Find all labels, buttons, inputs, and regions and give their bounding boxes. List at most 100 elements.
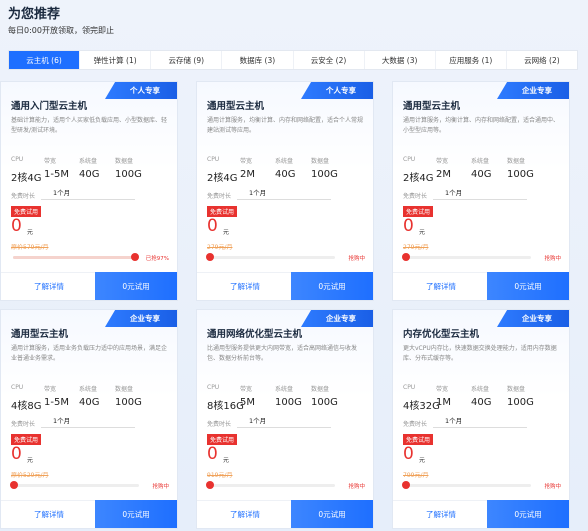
product-title: 通用型云主机	[403, 101, 461, 112]
category-tabs: 云主机 (6) 弹性计算 (1) 云存储 (9) 数据库 (3) 云安全 (2)…	[8, 50, 578, 70]
plan-badge: 企业专享	[301, 310, 373, 327]
data-disk-label: 数据盘	[507, 158, 526, 165]
tab-cloud-host[interactable]: 云主机 (6)	[9, 51, 81, 69]
price-value: 0	[11, 216, 22, 236]
price-unit: 元	[223, 457, 230, 464]
cpu-value: 4核8G	[11, 401, 42, 412]
data-disk-value: 100G	[507, 169, 534, 180]
bandwidth-label: 带宽	[44, 158, 57, 165]
price-unit: 元	[27, 457, 34, 464]
cpu-label: CPU	[403, 384, 416, 391]
bandwidth-label: 带宽	[44, 386, 57, 393]
progress-status: 抢购中	[348, 256, 365, 262]
progress-fill	[13, 256, 136, 259]
free-trial-button[interactable]: 0元试用	[487, 272, 569, 300]
learn-more-button[interactable]: 了解详情	[393, 272, 489, 300]
plan-badge: 企业专享	[497, 310, 569, 327]
plan-badge: 个人专享	[301, 82, 373, 99]
duration-label: 免费时长	[403, 421, 428, 428]
data-disk-value: 100G	[115, 397, 142, 408]
progress-status: 抢购中	[152, 484, 169, 490]
product-title: 通用网络优化型云主机	[207, 329, 303, 340]
progress-status: 已抢97%	[145, 256, 169, 262]
duration-select[interactable]: 1个月	[433, 188, 527, 200]
product-title: 内存优化型云主机	[403, 329, 480, 340]
system-disk-value: 40G	[79, 397, 100, 408]
original-price: 799元/月	[403, 472, 429, 479]
cpu-value: 2核4G	[11, 173, 42, 184]
free-trial-button[interactable]: 0元试用	[487, 500, 569, 528]
system-disk-label: 系统盘	[275, 158, 294, 165]
data-disk-value: 100G	[115, 169, 142, 180]
data-disk-value: 100G	[311, 397, 338, 408]
product-card: 企业专享 通用型云主机 通用计算服务，均衡计算、内存和网络配置，适合通用中、小型…	[392, 81, 570, 301]
product-description: 更大vCPU内存比，快速数据交换处理能力，适用内存数据库、分布式缓存等。	[403, 345, 557, 362]
product-description: 通用计算服务，均衡计算、内存和网络配置，适合通用中、小型型应用等。	[403, 117, 560, 134]
data-disk-label: 数据盘	[311, 158, 330, 165]
duration-select[interactable]: 1个月	[237, 416, 331, 428]
free-trial-button[interactable]: 0元试用	[291, 272, 373, 300]
duration-label: 免费时长	[11, 421, 36, 428]
learn-more-button[interactable]: 了解详情	[197, 272, 293, 300]
duration-label: 免费时长	[207, 421, 232, 428]
tab-app-service[interactable]: 应用服务 (1)	[436, 51, 507, 69]
original-price: 919元/月	[207, 472, 233, 479]
learn-more-button[interactable]: 了解详情	[393, 500, 489, 528]
duration-select[interactable]: 1个月	[237, 188, 331, 200]
stock-progress-bar	[206, 253, 335, 261]
duration-select[interactable]: 1个月	[41, 416, 135, 428]
learn-more-button[interactable]: 了解详情	[1, 500, 97, 528]
original-price: 279元/月	[403, 244, 429, 251]
free-trial-button[interactable]: 0元试用	[291, 500, 373, 528]
price-value: 0	[403, 444, 414, 464]
learn-more-button[interactable]: 了解详情	[1, 272, 97, 300]
data-disk-label: 数据盘	[311, 386, 330, 393]
cpu-value: 8核16G	[207, 401, 244, 412]
original-price: 原价529元/月	[11, 472, 49, 479]
progress-knob	[10, 481, 18, 489]
product-card: 个人专享 通用入门型云主机 基础计算能力，适用个人买家低负载应用、小型数据库、轻…	[0, 81, 178, 301]
tab-cloud-storage[interactable]: 云存储 (9)	[151, 51, 223, 69]
cpu-value: 2核4G	[403, 173, 434, 184]
system-disk-value: 40G	[79, 169, 100, 180]
product-title: 通用入门型云主机	[11, 101, 88, 112]
page-title: 为您推荐	[8, 7, 61, 22]
system-disk-label: 系统盘	[471, 386, 490, 393]
bandwidth-label: 带宽	[240, 386, 253, 393]
progress-status: 抢购中	[348, 484, 365, 490]
tab-cloud-network[interactable]: 云网络 (2)	[507, 51, 577, 69]
stock-progress-bar	[402, 481, 531, 489]
product-card: 企业专享 通用型云主机 通用计算服务，适用业务负载压力适中的应用场景，满足企业普…	[0, 309, 178, 529]
price-unit: 元	[223, 229, 230, 236]
tab-big-data[interactable]: 大数据 (3)	[365, 51, 436, 69]
price-value: 0	[11, 444, 22, 464]
cpu-label: CPU	[207, 156, 220, 163]
progress-knob	[402, 481, 410, 489]
bandwidth-value: 1-5M	[44, 397, 69, 408]
product-card: 企业专享 内存优化型云主机 更大vCPU内存比，快速数据交换处理能力，适用内存数…	[392, 309, 570, 529]
product-title: 通用型云主机	[207, 101, 265, 112]
duration-select[interactable]: 1个月	[433, 416, 527, 428]
tab-elastic-compute[interactable]: 弹性计算 (1)	[80, 51, 152, 69]
free-trial-button[interactable]: 0元试用	[95, 272, 177, 300]
cpu-label: CPU	[207, 384, 220, 391]
progress-status: 抢购中	[544, 256, 561, 262]
free-trial-button[interactable]: 0元试用	[95, 500, 177, 528]
plan-badge: 企业专享	[105, 310, 177, 327]
progress-knob	[206, 481, 214, 489]
system-disk-value: 40G	[471, 397, 492, 408]
stock-progress-bar	[10, 481, 139, 489]
bandwidth-label: 带宽	[436, 158, 449, 165]
product-description: 通用计算服务，适用业务负载压力适中的应用场景，满足企业普通业务需求。	[11, 345, 168, 362]
learn-more-button[interactable]: 了解详情	[197, 500, 293, 528]
tab-database[interactable]: 数据库 (3)	[222, 51, 294, 69]
cpu-label: CPU	[403, 156, 416, 163]
stock-progress-bar	[206, 481, 335, 489]
system-disk-value: 100G	[275, 397, 302, 408]
cpu-label: CPU	[11, 384, 24, 391]
tab-cloud-security[interactable]: 云安全 (2)	[294, 51, 365, 69]
bandwidth-value: 1M	[436, 397, 451, 408]
system-disk-label: 系统盘	[471, 158, 490, 165]
data-disk-value: 100G	[311, 169, 338, 180]
duration-select[interactable]: 1个月	[41, 188, 135, 200]
